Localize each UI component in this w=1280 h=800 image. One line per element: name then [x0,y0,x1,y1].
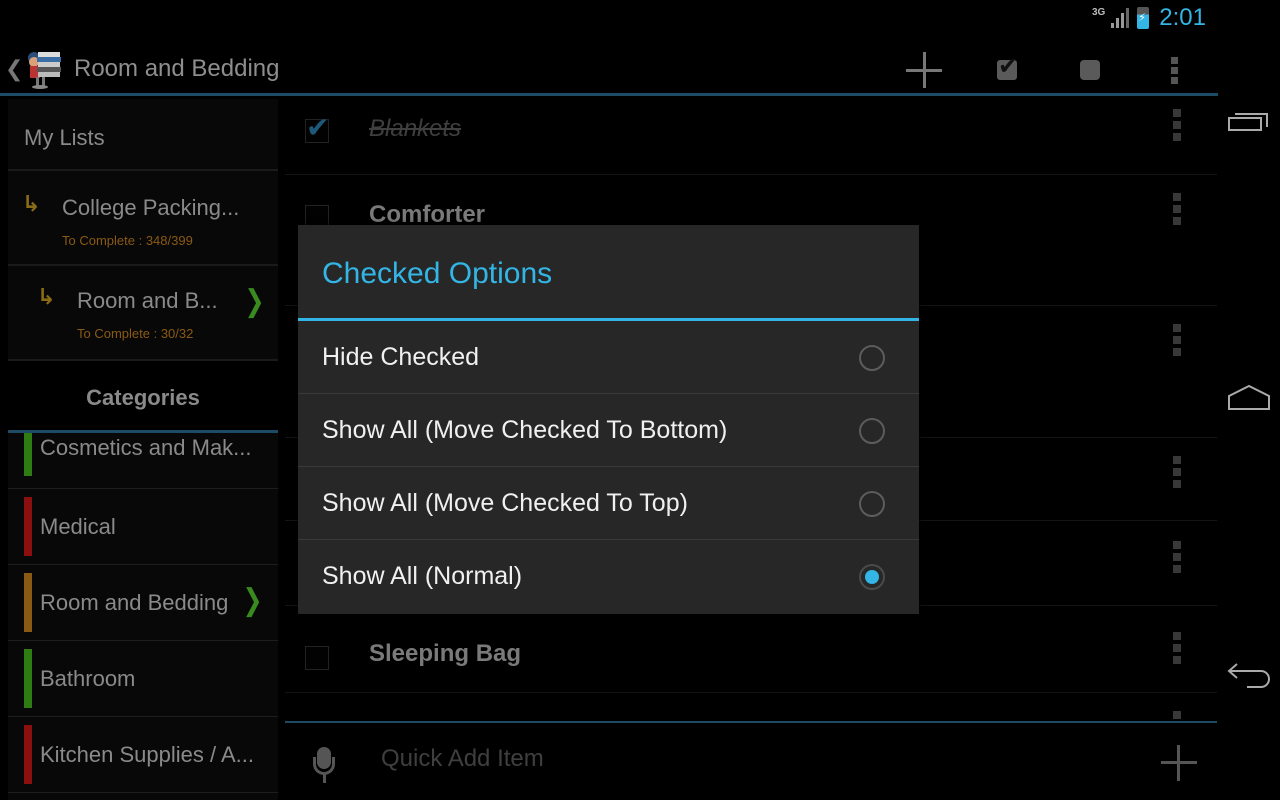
option-label: Show All (Move Checked To Bottom) [322,415,728,444]
home-button[interactable] [1218,368,1280,428]
list-name: College Packing... [62,195,240,220]
item-checkbox[interactable] [305,646,329,670]
status-bar: 3G 2:01 [0,0,1218,40]
system-navigation-bar [1218,0,1280,800]
action-bar: ❮ Room and Bedding [0,40,1218,96]
overflow-menu-icon [1170,56,1178,84]
radio-button[interactable] [859,345,885,371]
microphone-icon[interactable] [313,747,335,783]
list-row[interactable] [285,693,1217,723]
overflow-menu-button[interactable] [1154,50,1194,90]
option-label: Show All (Move Checked To Top) [322,488,688,517]
radio-button[interactable] [859,418,885,444]
list-progress: To Complete : 348/399 [62,233,193,248]
checkbox-checked-icon [997,52,1018,81]
option-label: Show All (Normal) [322,562,523,590]
dialog-title: Checked Options [298,225,919,321]
category-name: Kitchen Supplies / A... [40,741,255,767]
option-hide-checked[interactable]: Hide Checked [298,321,919,394]
category-color-bar [24,649,32,708]
page-title: Room and Bedding [74,55,280,82]
add-item-button[interactable] [904,50,944,90]
item-menu-icon[interactable] [1173,541,1181,577]
list-progress: To Complete : 30/32 [77,326,194,341]
list-name: Room and B... [77,288,218,313]
app-logo[interactable] [24,46,64,90]
option-show-all-checked-top[interactable]: Show All (Move Checked To Top) [298,467,919,540]
network-type-label: 3G [1091,6,1106,18]
up-navigation-icon[interactable]: ❮ [5,56,23,82]
check-all-button[interactable] [987,50,1027,90]
quick-add-bar [285,721,1217,800]
list-row[interactable]: Blankets [285,99,1217,175]
categories-header: Categories [8,361,278,433]
category-item-kitchen-supplies[interactable]: Kitchen Supplies / A... [8,717,278,793]
selected-chevron-icon: ❯ [242,584,263,617]
home-icon [1228,384,1270,410]
uncheck-all-button[interactable] [1070,50,1110,90]
category-color-bar [24,725,32,784]
list-item-room-and-bedding[interactable]: ↳ Room and B... To Complete : 30/32 ❯ [8,266,278,361]
subdirectory-arrow-icon: ↳ [22,191,41,216]
recent-apps-icon [1228,113,1268,131]
radio-button-selected[interactable] [859,564,885,590]
navigation-drawer: My Lists ↳ College Packing... To Complet… [8,99,278,800]
selected-chevron-icon: ❯ [244,285,265,318]
item-menu-icon[interactable] [1173,632,1181,668]
quick-add-button[interactable] [1159,743,1199,783]
checked-options-dialog: Checked Options Hide Checked Show All (M… [298,225,919,614]
option-show-all-normal[interactable]: Show All (Normal) [298,540,919,613]
item-menu-icon[interactable] [1173,193,1181,229]
item-menu-icon[interactable] [1173,324,1181,360]
my-lists-header: My Lists [8,99,278,171]
add-icon-vertical [1177,745,1180,781]
category-item-bathroom[interactable]: Bathroom [8,641,278,717]
radio-button[interactable] [859,491,885,517]
subdirectory-arrow-icon: ↳ [37,284,56,309]
category-name: Bathroom [40,665,136,691]
item-label: Blankets [369,115,462,142]
battery-charging-icon [1137,7,1150,29]
add-icon-vertical [922,52,926,88]
item-checkbox[interactable] [305,111,329,144]
back-icon [1227,663,1270,688]
checkbox-empty-icon [1080,60,1100,80]
category-item-medical[interactable]: Medical [8,489,278,565]
quick-add-input[interactable] [381,745,1081,773]
list-row[interactable]: Sleeping Bag [285,606,1217,693]
list-item-college-packing[interactable]: ↳ College Packing... To Complete : 348/3… [8,171,278,266]
category-item-room-and-bedding[interactable]: Room and Bedding ❯ [8,565,278,641]
category-name: Cosmetics and Mak... [40,435,252,460]
category-color-bar [24,573,32,632]
option-show-all-checked-bottom[interactable]: Show All (Move Checked To Bottom) [298,394,919,467]
category-color-bar [24,497,32,556]
category-name: Room and Bedding [40,589,229,615]
recent-apps-button[interactable] [1218,90,1280,150]
category-color-bar [24,433,32,476]
category-name: Medical [40,513,116,539]
signal-icon [1111,8,1131,28]
back-button[interactable] [1218,646,1280,706]
item-menu-icon[interactable] [1173,109,1181,145]
option-label: Hide Checked [322,342,480,371]
item-label: Sleeping Bag [369,640,522,667]
category-item-cosmetics[interactable]: Cosmetics and Mak... [8,433,278,489]
item-menu-icon[interactable] [1173,456,1181,492]
clock: 2:01 [1159,4,1206,31]
